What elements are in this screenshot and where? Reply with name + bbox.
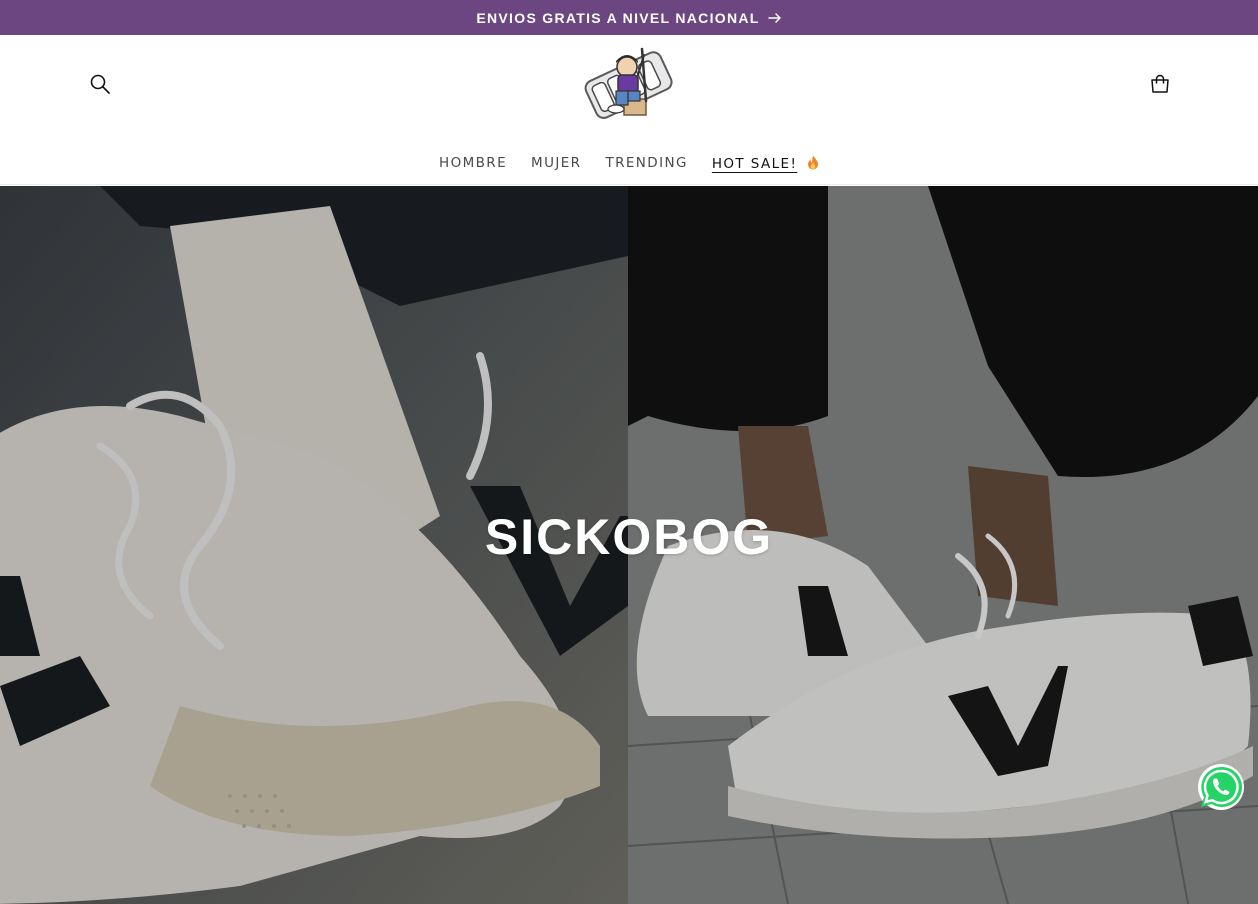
hero-banner[interactable]: SICKOBOG (0, 186, 1258, 904)
search-icon (89, 73, 111, 100)
nav-item-label: HOMBRE (439, 155, 508, 171)
announcement-text: ENVIOS GRATIS A NIVEL NACIONAL (476, 9, 760, 26)
nav-item-hot-sale[interactable]: HOT SALE! (700, 151, 831, 178)
whatsapp-button[interactable] (1197, 763, 1245, 811)
cart-icon (1149, 73, 1171, 100)
nav-item-hombre[interactable]: HOMBRE (427, 151, 519, 178)
nav-item-label: HOT SALE! (711, 156, 798, 172)
brand-mascot-logo (584, 47, 673, 119)
nav-item-mujer[interactable]: MUJER (519, 151, 593, 178)
cart-button[interactable] (1146, 72, 1174, 100)
search-button[interactable] (86, 72, 114, 100)
arrow-right-icon (767, 11, 782, 25)
nav-item-trending[interactable]: TRENDING (593, 151, 699, 178)
nav-item-label: TRENDING (605, 155, 688, 171)
site-header: HOMBRE MUJER TRENDING HOT SALE! (0, 35, 1258, 185)
announcement-bar[interactable]: ENVIOS GRATIS A NIVEL NACIONAL (0, 0, 1258, 35)
fire-emoji-icon (807, 155, 819, 174)
whatsapp-icon (1197, 764, 1245, 815)
brand-logo[interactable] (580, 41, 678, 127)
nav-item-label: MUJER (531, 155, 582, 171)
main-nav: HOMBRE MUJER TRENDING HOT SALE! (0, 151, 1258, 178)
hero-title: SICKOBOG (484, 509, 774, 565)
